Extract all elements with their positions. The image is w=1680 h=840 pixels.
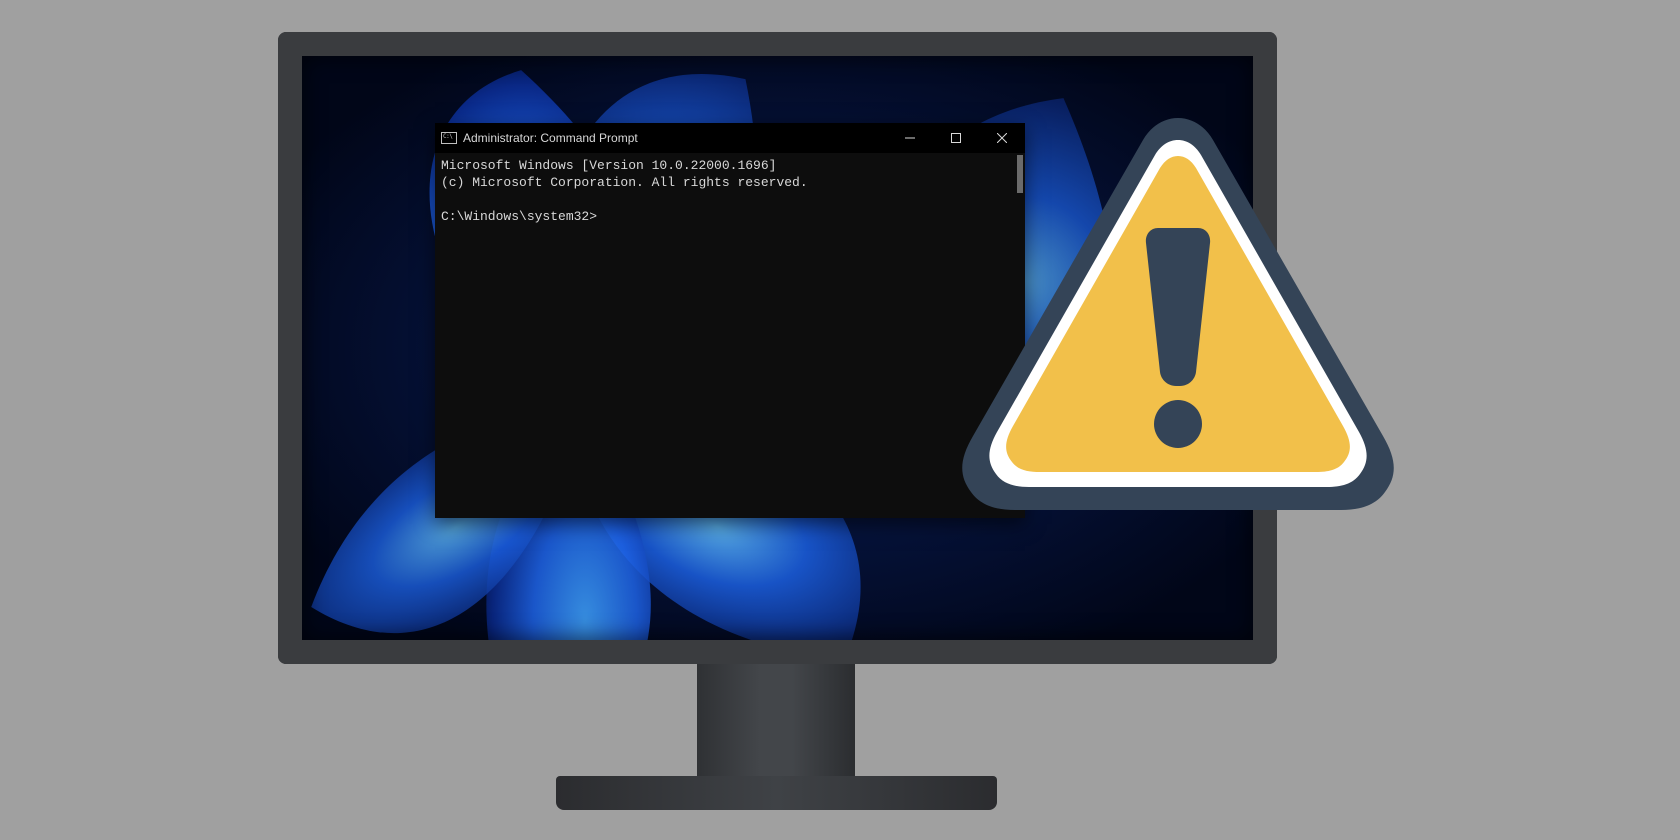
warning-icon: [959, 106, 1397, 516]
terminal-prompt: C:\Windows\system32>: [441, 209, 606, 224]
minimize-button[interactable]: [887, 123, 933, 153]
monitor-stand-base: [556, 776, 997, 810]
window-title: Administrator: Command Prompt: [463, 131, 638, 145]
cmd-window-icon: [441, 132, 457, 144]
terminal-line: Microsoft Windows [Version 10.0.22000.16…: [441, 158, 776, 173]
command-prompt-window[interactable]: Administrator: Command Prompt Microsoft …: [435, 123, 1025, 518]
terminal-output[interactable]: Microsoft Windows [Version 10.0.22000.16…: [435, 153, 1025, 518]
minimize-icon: [905, 133, 915, 143]
window-titlebar[interactable]: Administrator: Command Prompt: [435, 123, 1025, 153]
monitor-stand-neck: [697, 664, 855, 780]
terminal-line: (c) Microsoft Corporation. All rights re…: [441, 175, 808, 190]
